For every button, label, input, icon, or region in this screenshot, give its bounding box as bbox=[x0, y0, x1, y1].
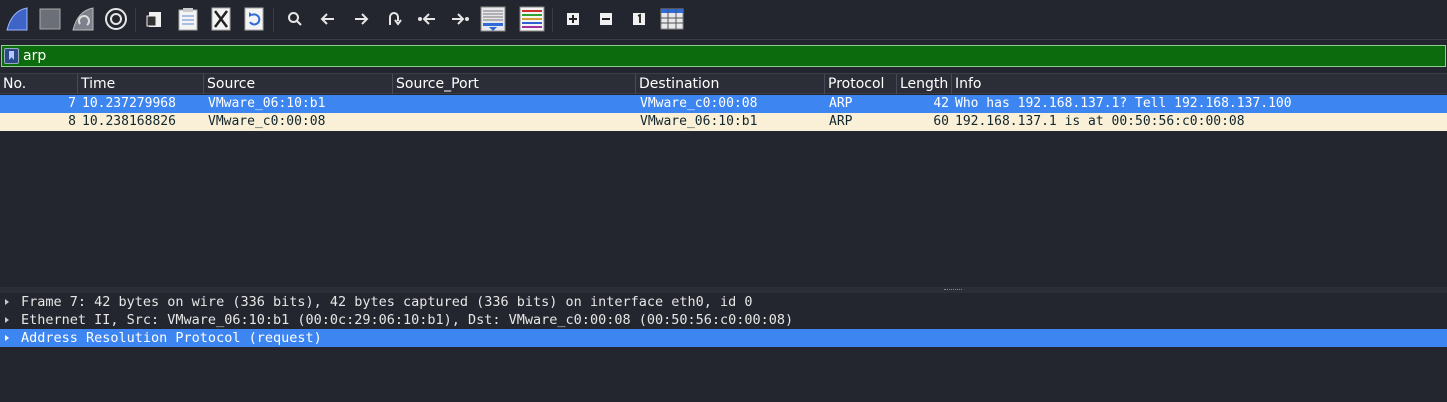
column-header-protocol[interactable]: Protocol bbox=[825, 74, 897, 94]
start-capture-icon[interactable] bbox=[3, 5, 31, 33]
packet-length: 60 bbox=[933, 114, 949, 129]
expand-arrow-icon[interactable] bbox=[5, 299, 9, 305]
packet-row[interactable]: 7 10.237279968 VMware_06:10:b1 VMware_c0… bbox=[0, 95, 1447, 113]
filter-bookmark-icon[interactable] bbox=[4, 48, 19, 64]
normal-size-icon[interactable] bbox=[625, 5, 653, 33]
zoom-out-icon[interactable] bbox=[592, 5, 620, 33]
packet-details-pane: Frame 7: 42 bytes on wire (336 bits), 42… bbox=[0, 293, 1447, 402]
zoom-in-icon[interactable] bbox=[559, 5, 587, 33]
packet-source: VMware_06:10:b1 bbox=[208, 96, 326, 111]
packet-time: 10.238168826 bbox=[82, 114, 176, 129]
open-file-icon[interactable] bbox=[141, 5, 169, 33]
column-header-time[interactable]: Time bbox=[78, 74, 204, 94]
packet-info: 192.168.137.1 is at 00:50:56:c0:00:08 bbox=[955, 114, 1245, 129]
column-header-no[interactable]: No. bbox=[0, 74, 78, 94]
column-header-info[interactable]: Info bbox=[952, 74, 1447, 94]
packet-source: VMware_c0:00:08 bbox=[208, 114, 326, 129]
column-header-source-port[interactable]: Source_Port bbox=[393, 74, 636, 94]
resize-columns-icon[interactable] bbox=[658, 5, 686, 33]
detail-item-label: Frame 7: 42 bytes on wire (336 bits), 42… bbox=[21, 294, 753, 310]
packet-time: 10.237279968 bbox=[82, 96, 176, 111]
autoscroll-icon[interactable] bbox=[479, 5, 507, 33]
packet-protocol: ARP bbox=[829, 96, 853, 111]
detail-item-label: Ethernet II, Src: VMware_06:10:b1 (00:0c… bbox=[21, 312, 794, 328]
splitter-grip-icon bbox=[944, 289, 962, 291]
packet-no: 8 bbox=[68, 114, 76, 129]
restart-capture-icon[interactable] bbox=[69, 5, 97, 33]
detail-tree-item-frame[interactable]: Frame 7: 42 bytes on wire (336 bits), 42… bbox=[0, 293, 1447, 311]
stop-capture-icon[interactable] bbox=[36, 5, 64, 33]
detail-tree-item-arp[interactable]: Address Resolution Protocol (request) bbox=[0, 329, 1447, 347]
reload-file-icon[interactable] bbox=[240, 5, 268, 33]
packet-destination: VMware_06:10:b1 bbox=[640, 114, 758, 129]
column-header-source[interactable]: Source bbox=[204, 74, 393, 94]
packet-info: Who has 192.168.137.1? Tell 192.168.137.… bbox=[955, 96, 1292, 111]
detail-tree-item-ethernet[interactable]: Ethernet II, Src: VMware_06:10:b1 (00:0c… bbox=[0, 311, 1447, 329]
go-first-packet-icon[interactable] bbox=[413, 5, 441, 33]
close-file-icon[interactable] bbox=[207, 5, 235, 33]
go-last-packet-icon[interactable] bbox=[446, 5, 474, 33]
packet-list-header: No. Time Source Source_Port Destination … bbox=[0, 73, 1447, 94]
go-to-packet-icon[interactable] bbox=[380, 5, 408, 33]
go-forward-icon[interactable] bbox=[347, 5, 375, 33]
colorize-icon[interactable] bbox=[518, 5, 546, 33]
column-header-destination[interactable]: Destination bbox=[636, 74, 825, 94]
find-packet-icon[interactable] bbox=[281, 5, 309, 33]
save-file-icon[interactable] bbox=[174, 5, 202, 33]
display-filter-text: arp bbox=[23, 48, 47, 64]
packet-row[interactable]: 8 10.238168826 VMware_c0:00:08 VMware_06… bbox=[0, 113, 1447, 131]
packet-protocol: ARP bbox=[829, 114, 853, 129]
capture-options-icon[interactable] bbox=[102, 5, 130, 33]
display-filter-input[interactable]: arp bbox=[1, 45, 1446, 67]
expand-arrow-icon[interactable] bbox=[5, 317, 9, 323]
expand-arrow-icon[interactable] bbox=[5, 335, 9, 341]
go-back-icon[interactable] bbox=[314, 5, 342, 33]
packet-list: 7 10.237279968 VMware_06:10:b1 VMware_c0… bbox=[0, 95, 1447, 285]
column-header-length[interactable]: Length bbox=[897, 74, 952, 94]
packet-no: 7 bbox=[68, 96, 76, 111]
packet-length: 42 bbox=[933, 96, 949, 111]
packet-destination: VMware_c0:00:08 bbox=[640, 96, 758, 111]
main-toolbar bbox=[0, 0, 1447, 40]
detail-item-label: Address Resolution Protocol (request) bbox=[21, 330, 322, 346]
display-filter-bar: arp bbox=[0, 44, 1447, 68]
